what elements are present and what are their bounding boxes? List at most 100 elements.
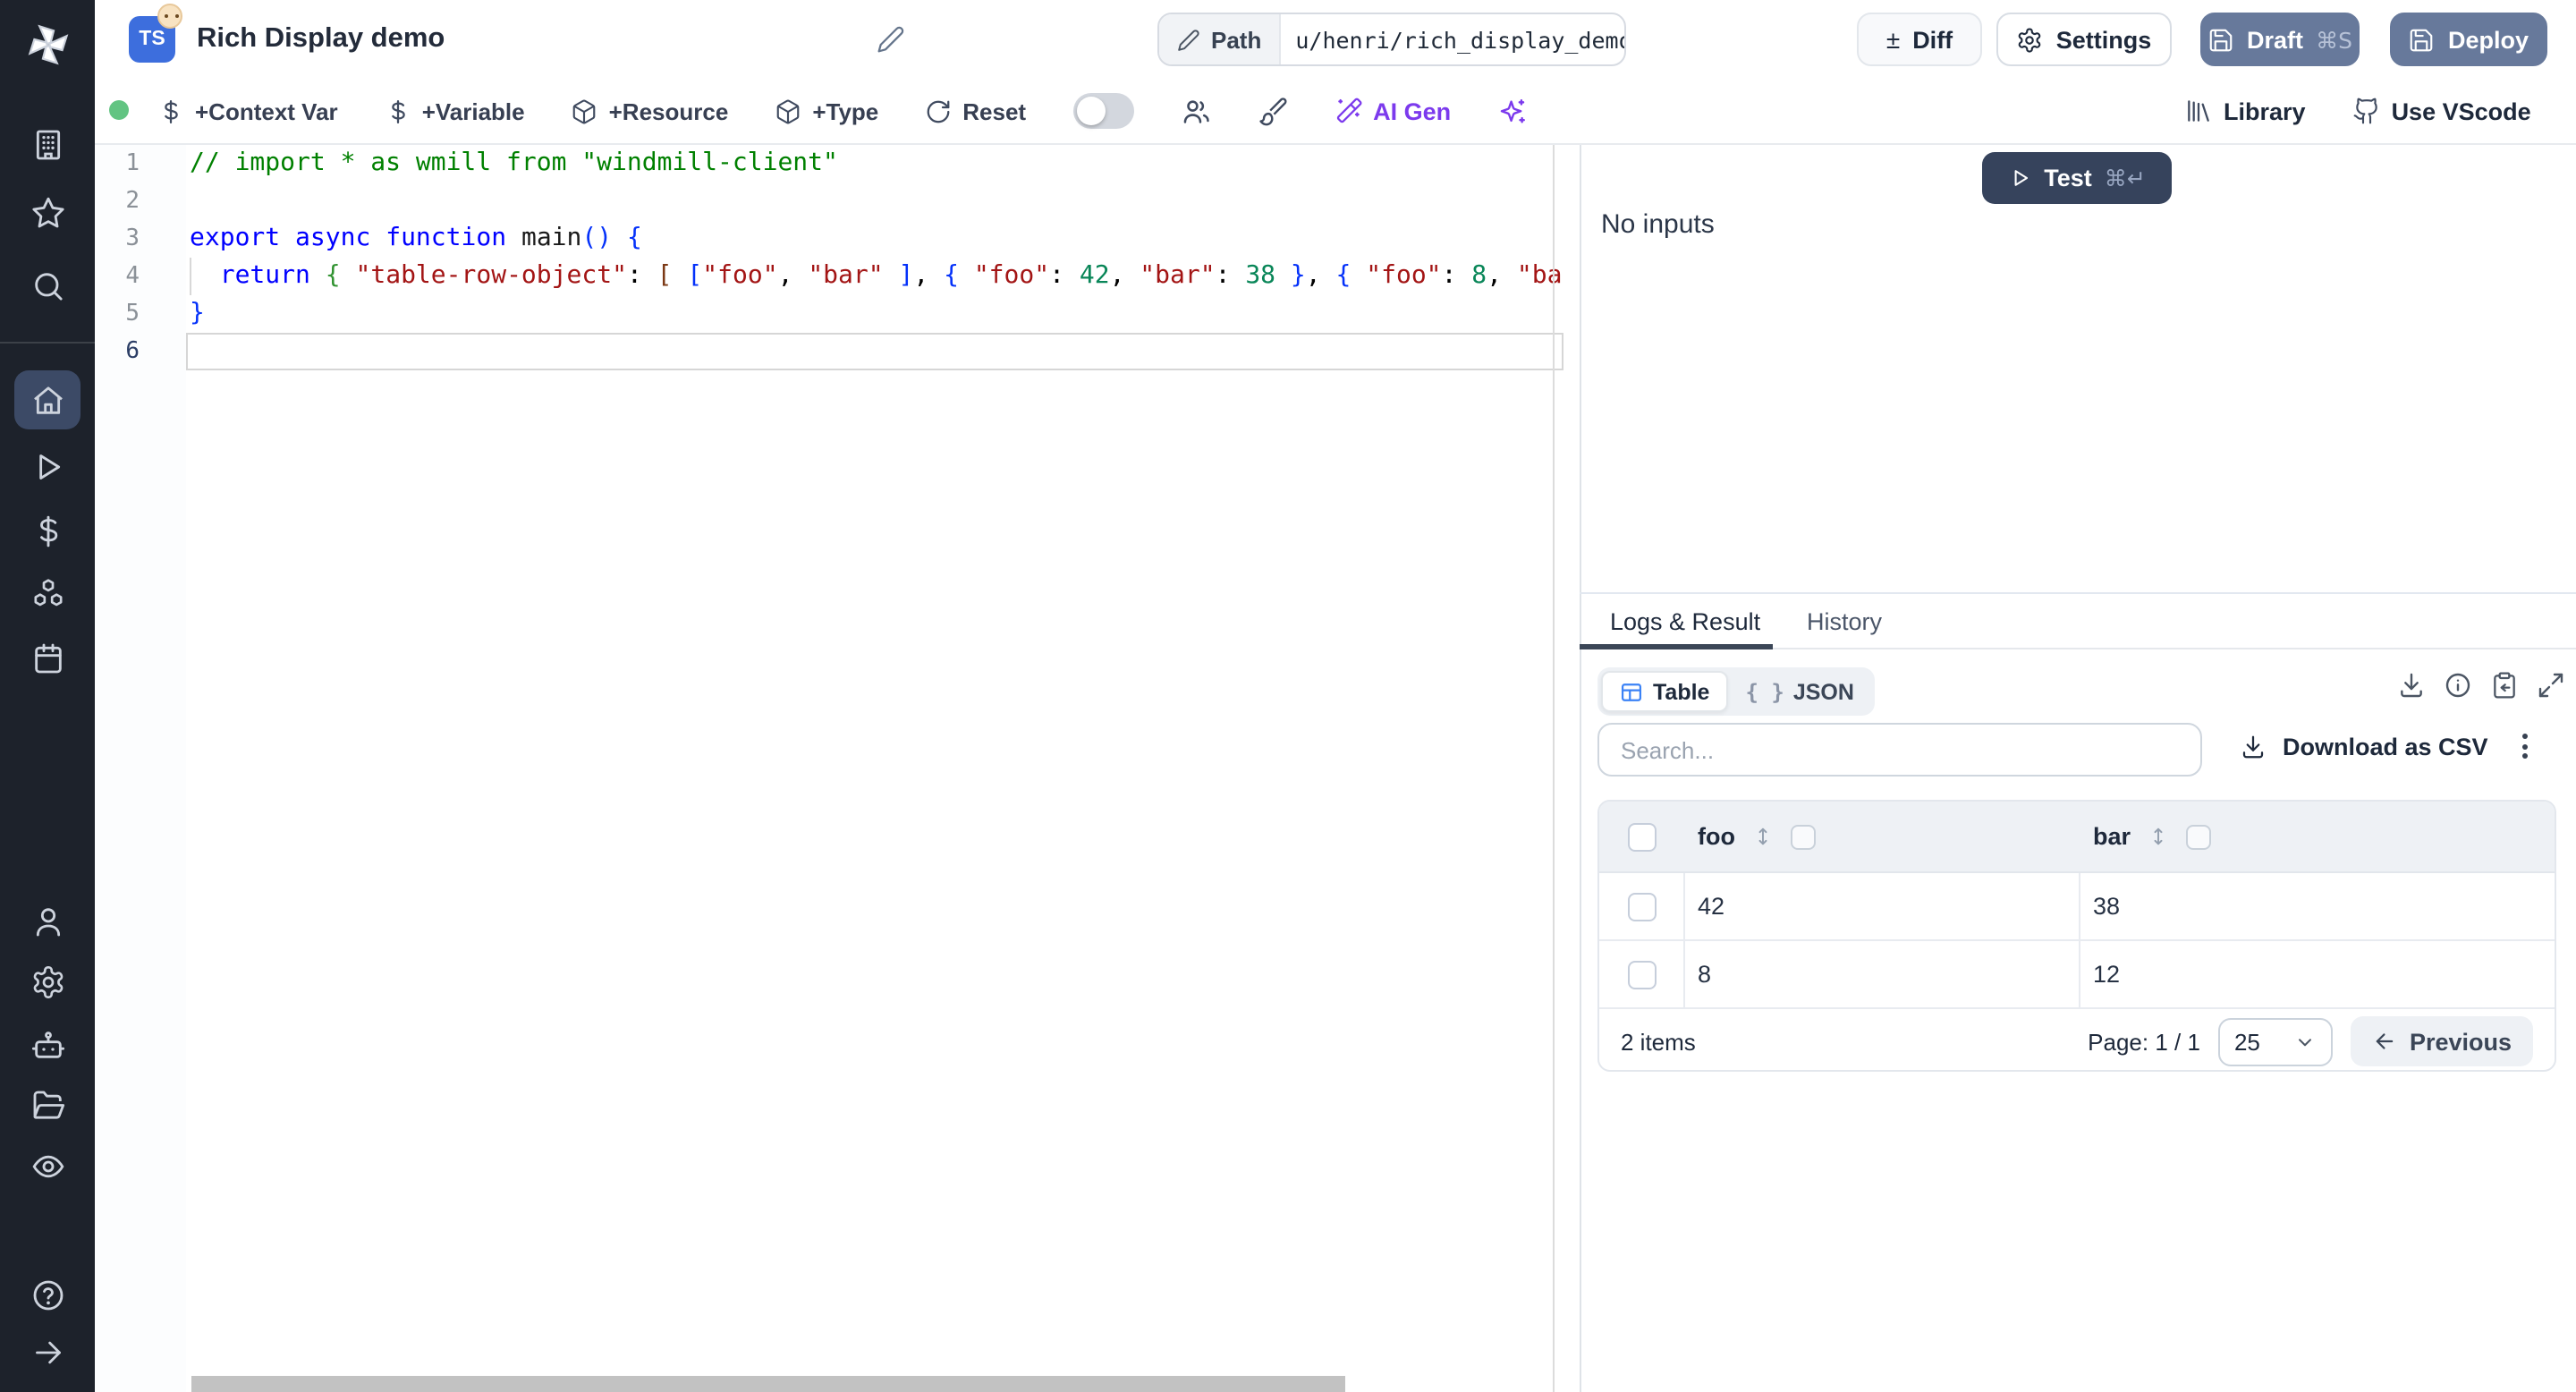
wand-icon <box>1334 97 1362 125</box>
items-count: 2 items <box>1621 1028 1696 1055</box>
table-row: 8 12 <box>1599 941 2555 1009</box>
line-numbers: 1 2 3 4 5 6 <box>100 145 140 370</box>
toggle-knob <box>1076 97 1105 125</box>
row-checkbox[interactable] <box>1627 960 1656 989</box>
format-brush-icon[interactable] <box>1257 96 1287 126</box>
column-toggle-checkbox[interactable] <box>2186 824 2211 849</box>
use-vscode-button[interactable]: Use VScode <box>2352 97 2531 125</box>
tab-logs-result[interactable]: Logs & Result <box>1610 608 1760 635</box>
table-row: 42 38 <box>1599 873 2555 941</box>
view-json-button[interactable]: { } JSON <box>1727 679 1871 704</box>
path-label: Path <box>1211 26 1261 53</box>
save-icon <box>2409 26 2436 53</box>
active-tab-underline <box>1580 644 1773 649</box>
baby-emoji-badge <box>157 4 182 29</box>
schedules-calendar-icon[interactable] <box>0 626 95 691</box>
expand-result-icon[interactable] <box>2537 671 2565 700</box>
windmill-script-editor: TS Rich Display demo Path u/henri/rich_d… <box>0 0 2576 1392</box>
variables-dollar-icon[interactable] <box>0 499 95 564</box>
result-actions <box>2397 671 2565 700</box>
no-inputs-label: No inputs <box>1601 209 1715 240</box>
multiplayer-users-icon[interactable] <box>1180 96 1210 126</box>
select-all-checkbox[interactable] <box>1627 822 1656 851</box>
windmill-logo[interactable] <box>0 13 95 77</box>
favorites-star-icon[interactable] <box>0 181 95 245</box>
horizontal-scrollbar[interactable] <box>191 1376 1345 1392</box>
result-view-toggle: Table { } JSON <box>1597 667 1876 716</box>
workers-robot-icon[interactable] <box>0 1013 95 1077</box>
settings-gear-icon[interactable] <box>0 950 95 1014</box>
view-table-button[interactable]: Table <box>1601 671 1727 712</box>
add-type-button[interactable]: +Type <box>775 98 878 124</box>
add-variable-button[interactable]: +Variable <box>385 98 525 124</box>
json-braces-icon: { } <box>1745 679 1784 704</box>
path-field[interactable]: Path u/henri/rich_display_demo <box>1157 13 1626 66</box>
library-button[interactable]: Library <box>2184 97 2306 125</box>
search-icon[interactable] <box>0 254 95 318</box>
table-footer: 2 items Page: 1 / 1 25 Previous <box>1599 1009 2555 1072</box>
test-shortcut: ⌘↵ <box>2105 165 2146 191</box>
tab-history[interactable]: History <box>1807 608 1882 635</box>
library-icon <box>2184 97 2213 125</box>
user-icon[interactable] <box>0 889 95 954</box>
runs-play-icon[interactable] <box>0 435 95 499</box>
download-csv-button[interactable]: Download as CSV <box>2240 734 2488 760</box>
vscode-github-icon <box>2352 97 2381 125</box>
add-context-var-button[interactable]: +Context Var <box>157 98 338 124</box>
settings-button[interactable]: Settings <box>1996 13 2172 66</box>
edit-summary-pencil-icon[interactable] <box>877 25 905 54</box>
sparkles-icon[interactable] <box>1497 96 1528 126</box>
test-button[interactable]: Test ⌘↵ <box>1982 152 2172 204</box>
draft-button[interactable]: Draft ⌘S <box>2200 13 2360 66</box>
column-header-foo[interactable]: foo <box>1698 823 1735 850</box>
result-table: foo bar 42 38 8 12 2 items Page: <box>1597 800 2556 1072</box>
diff-mode-toggle[interactable] <box>1072 93 1133 129</box>
column-toggle-checkbox[interactable] <box>1791 824 1816 849</box>
page-size-select[interactable]: 25 <box>2218 1017 2333 1065</box>
package-icon <box>572 98 598 124</box>
status-dot <box>109 100 129 120</box>
cell-foo: 42 <box>1683 893 2079 920</box>
search-input[interactable] <box>1617 734 2182 765</box>
package-icon <box>775 98 801 124</box>
help-icon[interactable] <box>0 1263 95 1328</box>
save-icon <box>2207 26 2234 53</box>
sort-icon[interactable] <box>1751 825 1775 848</box>
panel-divider <box>1580 592 2576 594</box>
path-pencil-icon <box>1177 28 1200 51</box>
audit-eye-icon[interactable] <box>0 1134 95 1199</box>
gear-icon <box>2017 26 2044 53</box>
page-indicator: Page: 1 / 1 <box>2088 1028 2200 1055</box>
sidebar <box>0 0 95 1392</box>
code-editor[interactable]: // import * as wmill from "windmill-clie… <box>190 145 1563 395</box>
play-icon <box>2008 166 2031 190</box>
plus-minus-icon: ± <box>1886 25 1900 54</box>
path-label-segment: Path <box>1159 14 1281 64</box>
ai-gen-button[interactable]: AI Gen <box>1334 97 1451 125</box>
column-header-bar[interactable]: bar <box>2093 823 2131 850</box>
arrow-left-icon <box>2372 1029 2397 1054</box>
editor-right-edge <box>1553 145 1555 1392</box>
copy-result-icon[interactable] <box>2490 671 2519 700</box>
info-icon[interactable] <box>2444 671 2472 700</box>
path-value[interactable]: u/henri/rich_display_demo <box>1281 26 1626 53</box>
resources-boxes-icon[interactable] <box>0 562 95 626</box>
previous-page-button[interactable]: Previous <box>2351 1016 2533 1066</box>
collapse-arrow-icon[interactable] <box>0 1320 95 1385</box>
deploy-button[interactable]: Deploy <box>2390 13 2547 66</box>
sort-icon[interactable] <box>2147 825 2170 848</box>
folders-icon[interactable] <box>0 1074 95 1138</box>
diff-button[interactable]: ± Diff <box>1857 13 1982 66</box>
workspace-building-icon[interactable] <box>0 113 95 177</box>
home-icon[interactable] <box>0 369 95 433</box>
add-resource-button[interactable]: +Resource <box>572 98 729 124</box>
rotate-cw-icon <box>925 98 952 124</box>
cell-bar: 38 <box>2079 893 2120 920</box>
cell-bar: 12 <box>2079 961 2120 988</box>
toolbar-left: +Context Var +Variable +Resource +Type R… <box>157 86 1528 136</box>
download-result-icon[interactable] <box>2397 671 2426 700</box>
reset-button[interactable]: Reset <box>925 98 1026 124</box>
row-checkbox[interactable] <box>1627 892 1656 921</box>
table-search[interactable] <box>1597 723 2202 777</box>
table-menu-kebab[interactable] <box>2522 734 2528 759</box>
